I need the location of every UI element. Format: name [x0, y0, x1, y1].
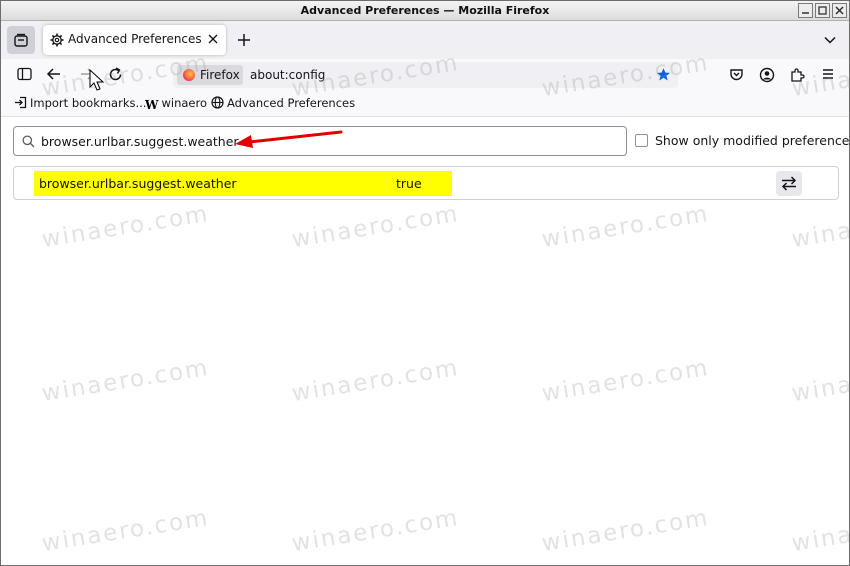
close-window-button[interactable] — [832, 3, 847, 18]
show-modified-checkbox[interactable] — [635, 134, 648, 147]
globe-icon — [211, 96, 224, 109]
watermark: winaero.com — [790, 354, 850, 408]
identity-label: Firefox — [200, 68, 240, 82]
minimize-button[interactable] — [798, 3, 813, 18]
maximize-icon — [818, 6, 827, 15]
account-icon[interactable] — [759, 67, 775, 83]
toggle-arrows-icon — [781, 176, 797, 191]
bookmark-label: winaero — [161, 96, 208, 110]
search-input-value: browser.urlbar.suggest.weather — [41, 134, 239, 149]
browser-window: Advanced Preferences — Mozilla Firefox A… — [0, 0, 850, 566]
watermark: winaero.com — [540, 354, 712, 408]
search-icon — [22, 135, 35, 148]
sidebar-icon[interactable] — [17, 67, 32, 81]
bookmark-winaero[interactable]: Wwinaero — [145, 96, 207, 112]
watermark: winaero.com — [540, 504, 712, 558]
winaero-logo-icon: W — [145, 98, 159, 112]
about-config-page: browser.urlbar.suggest.weather Show only… — [1, 118, 850, 565]
watermark: winaero.com — [40, 354, 212, 408]
watermark: winaero.com — [40, 504, 212, 558]
identity-box[interactable]: Firefox — [177, 65, 243, 85]
watermark: winaero.com — [290, 200, 462, 254]
preference-name: browser.urlbar.suggest.weather — [39, 176, 237, 191]
import-icon — [15, 96, 27, 109]
title-bar: Advanced Preferences — Mozilla Firefox — [1, 1, 849, 21]
reload-icon[interactable] — [108, 67, 123, 82]
maximize-button[interactable] — [815, 3, 830, 18]
navigation-toolbar: Firefox about:config — [1, 59, 849, 91]
gear-icon — [50, 33, 64, 47]
extensions-icon[interactable] — [790, 67, 805, 82]
toggle-preference-button[interactable] — [776, 171, 802, 196]
bookmark-label: Import bookmarks... — [30, 96, 147, 110]
url-bar[interactable]: Firefox about:config — [173, 62, 678, 88]
watermark: winaero.com — [790, 200, 850, 254]
pocket-icon[interactable] — [729, 67, 744, 82]
mouse-cursor-icon — [89, 69, 105, 91]
preference-value: true — [396, 176, 422, 191]
watermark: winaero.com — [40, 200, 212, 254]
bookmark-label: Advanced Preferences — [227, 96, 356, 110]
window-title: Advanced Preferences — Mozilla Firefox — [300, 4, 550, 17]
watermark: winaero.com — [790, 504, 850, 558]
close-tab-icon[interactable] — [207, 33, 219, 45]
show-modified-label: Show only modified preferences — [655, 133, 850, 148]
bookmark-star-icon[interactable] — [656, 67, 671, 82]
annotation-arrow — [235, 130, 343, 148]
close-icon — [835, 6, 844, 15]
preferences-table: browser.urlbar.suggest.weather true — [13, 166, 839, 200]
tab-label: Advanced Preferences — [68, 32, 202, 46]
bookmarks-toolbar: Import bookmarks... Wwinaero Advanced Pr… — [1, 91, 849, 117]
watermark: winaero.com — [540, 200, 712, 254]
firefox-logo-icon — [183, 69, 195, 81]
firefox-view-button[interactable] — [7, 26, 35, 54]
url-text[interactable]: about:config — [250, 68, 325, 82]
tab-advanced-preferences[interactable]: Advanced Preferences — [43, 25, 226, 55]
chevron-down-icon[interactable] — [823, 33, 837, 47]
bookmark-import[interactable]: Import bookmarks... — [14, 96, 146, 110]
menu-icon[interactable] — [821, 67, 835, 81]
new-tab-icon[interactable] — [237, 33, 251, 47]
firefox-view-icon — [14, 33, 28, 47]
watermark: winaero.com — [290, 354, 462, 408]
back-arrow-icon[interactable] — [46, 67, 61, 81]
watermark: winaero.com — [290, 504, 462, 558]
minimize-icon — [802, 12, 809, 14]
tab-strip: Advanced Preferences — [1, 21, 849, 59]
bookmark-advanced-preferences[interactable]: Advanced Preferences — [211, 96, 355, 110]
